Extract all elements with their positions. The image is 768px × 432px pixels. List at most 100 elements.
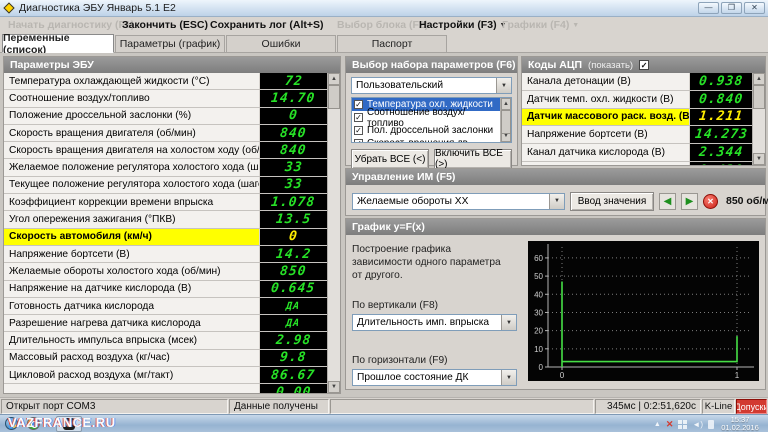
ecu-param-row[interactable]: Длительность импульса впрыска (мсек)2.98 [4,332,327,349]
ecu-param-value-cell: 14.2 [260,246,327,262]
remove-all-button[interactable]: Убрать ВСЕ (<) [351,149,429,169]
ecu-param-value: 9.8 [279,350,307,365]
ecu-param-label: Цикловой расход воздуха (мг/такт) [4,367,259,383]
vertical-axis-dropdown[interactable]: Длительность имп. впрыска ▼ [352,314,517,331]
scroll-down-icon[interactable]: ▼ [328,381,340,393]
restore-button[interactable]: ❐ [721,2,742,14]
adc-row[interactable]: Канал датчика кислорода (В)2.344 [522,144,752,162]
menu-item-5[interactable]: Настройки (F3) ▼ [419,19,506,31]
chevron-down-icon[interactable]: ▼ [501,315,516,330]
menu-item-2[interactable]: Закончить (ESC) [122,19,208,31]
ecu-param-row[interactable]: Скорость вращения двигателя (об/мин)840 [4,125,327,142]
adc-row[interactable]: 0.420 [522,162,752,165]
chevron-down-icon: ▼ [572,22,579,29]
ecu-param-value-cell: 9.8 [260,350,327,366]
ecu-param-row[interactable]: Массовый расход воздуха (кг/час)9.8 [4,350,327,367]
ecu-param-value-cell: 33 [260,177,327,193]
ecu-param-row[interactable]: Температура охлаждающей жидкости (°C)72 [4,73,327,90]
ecu-param-value-cell: 0.645 [260,281,327,297]
ecu-param-row[interactable]: Желаемые обороты холостого хода (об/мин)… [4,263,327,280]
adc-row[interactable]: Канала детонации (В)0.938 [522,73,752,91]
xy-chart: 010203040506001 [528,241,759,381]
ecu-param-row[interactable]: Соотношение воздух/топливо14.70 [4,90,327,107]
tab-2[interactable]: Параметры (график) [115,35,225,53]
horizontal-axis-dropdown[interactable]: Прошлое состояние ДК ▼ [352,369,517,386]
scroll-track[interactable] [501,110,511,130]
ecu-params-panel: Параметры ЭБУ Температура охлаждающей жи… [3,56,341,394]
tab-1[interactable]: Переменные (список) [2,34,114,53]
tab-3[interactable]: Ошибки [226,35,336,53]
adc-value: 0.840 [698,92,744,107]
ecu-param-row[interactable]: Напряжение бортсети (В)14.2 [4,246,327,263]
decrease-arrow-button[interactable]: ◀ [659,193,676,210]
scroll-track[interactable] [328,85,340,381]
ecu-param-label: Угол опережения зажигания (°ПКВ) [4,211,259,227]
ecu-param-row[interactable]: Разрешение нагрева датчика кислородаДА [4,315,327,332]
svg-text:1: 1 [735,371,740,380]
stop-button[interactable]: ✕ [703,194,718,209]
scroll-track[interactable] [753,85,765,153]
ecu-param-row[interactable]: Текущее положение регулятора холостого х… [4,177,327,194]
scroll-thumb[interactable] [328,85,340,109]
usb-icon[interactable] [708,420,714,429]
adc-label: Канал датчика кислорода (В) [522,144,689,161]
checkbox-icon[interactable]: ✓ [354,113,363,122]
adc-scrollbar[interactable]: ▲ ▼ [752,73,765,165]
adc-label [522,162,689,165]
chevron-down-icon[interactable]: ▼ [549,194,564,209]
param-set-scrollbar[interactable]: ▲ ▼ [500,98,511,142]
checkbox-icon[interactable]: ✓ [354,100,363,109]
enter-value-button[interactable]: Ввод значения [570,192,654,211]
volume-icon[interactable]: ◄) [692,420,703,429]
checkbox-icon[interactable]: ✓ [354,126,363,135]
ecu-param-row[interactable]: Готовность датчика кислородаДА [4,298,327,315]
im-target-dropdown[interactable]: Желаемые обороты ХХ ▼ [352,193,565,210]
tab-4[interactable]: Паспорт [337,35,447,53]
checkbox-icon[interactable]: ✓ [354,139,363,143]
scroll-thumb[interactable] [501,110,511,134]
ecu-param-row[interactable]: Скорость вращения двигателя на холостом … [4,142,327,159]
adc-row[interactable]: Напряжение бортсети (В)14.273 [522,126,752,144]
ecu-param-row[interactable]: 0.00 [4,384,327,393]
adc-row[interactable]: Датчик массового раск. возд. (В)1.211 [522,109,752,127]
adc-row[interactable]: Датчик темп. охл. жидкости (В) 0.840 [522,91,752,109]
scroll-up-icon[interactable]: ▲ [501,98,511,110]
ecu-param-row[interactable]: Коэффициент коррекции времени впрыска1.0… [4,194,327,211]
hidden-icons-icon[interactable]: ▲ [654,421,661,428]
ecu-param-row[interactable]: Угол опережения зажигания (°ПКВ)13.5 [4,211,327,228]
ecu-param-label: Скорость вращения двигателя на холостом … [4,142,259,158]
scroll-thumb[interactable] [753,85,765,109]
chevron-down-icon[interactable]: ▼ [501,370,516,385]
param-set-item[interactable]: ✓Скорост. вращения дв [352,137,500,143]
muted-sound-icon[interactable]: ✕ [666,419,674,430]
scroll-up-icon[interactable]: ▲ [753,73,765,85]
clock[interactable]: 15:37 01.02.2016 [716,416,764,432]
ecu-scrollbar[interactable]: ▲ ▼ [327,73,340,393]
adc-header: Коды АЦП (показать) ✓ [522,57,765,73]
param-set-item[interactable]: ✓Пол. дроссельной заслонки [352,124,500,137]
network-icon[interactable] [678,420,687,429]
chevron-down-icon[interactable]: ▼ [496,78,511,93]
scroll-down-icon[interactable]: ▼ [753,153,765,165]
ecu-param-value: ДА [286,301,301,312]
param-set-title: Выбор набора параметров (F6) [352,59,516,71]
menubar: Начать диагностику (F1)Закончить (ESC)Со… [0,17,768,34]
ecu-param-value-cell: 33 [260,159,327,175]
close-button[interactable]: ✕ [744,2,765,14]
ecu-param-row[interactable]: Цикловой расход воздуха (мг/такт)86.67 [4,367,327,384]
include-all-button[interactable]: Включить ВСЕ (>) [434,149,512,169]
adc-label: Датчик темп. охл. жидкости (В) [522,91,689,108]
ecu-param-label: Соотношение воздух/топливо [4,90,259,106]
ecu-param-row[interactable]: Скорость автомобиля (км/ч)0 [4,229,327,246]
minimize-button[interactable]: — [698,2,719,14]
scroll-up-icon[interactable]: ▲ [328,73,340,85]
menu-item-3[interactable]: Сохранить лог (Alt+S) [210,19,324,31]
increase-arrow-button[interactable]: ▶ [681,193,698,210]
ecu-param-row[interactable]: Напряжение на датчике кислорода (В)0.645 [4,281,327,298]
param-set-dropdown[interactable]: Пользовательский ▼ [351,77,512,94]
tabstrip: Переменные (список)Параметры (график)Оши… [0,34,768,53]
adc-show-checkbox[interactable]: ✓ [639,60,649,70]
ecu-param-row[interactable]: Положение дроссельной заслонки (%)0 [4,108,327,125]
ecu-param-row[interactable]: Желаемое положение регулятора холостого … [4,159,327,176]
param-set-item[interactable]: ✓Соотношение воздух/топливо [352,111,500,124]
